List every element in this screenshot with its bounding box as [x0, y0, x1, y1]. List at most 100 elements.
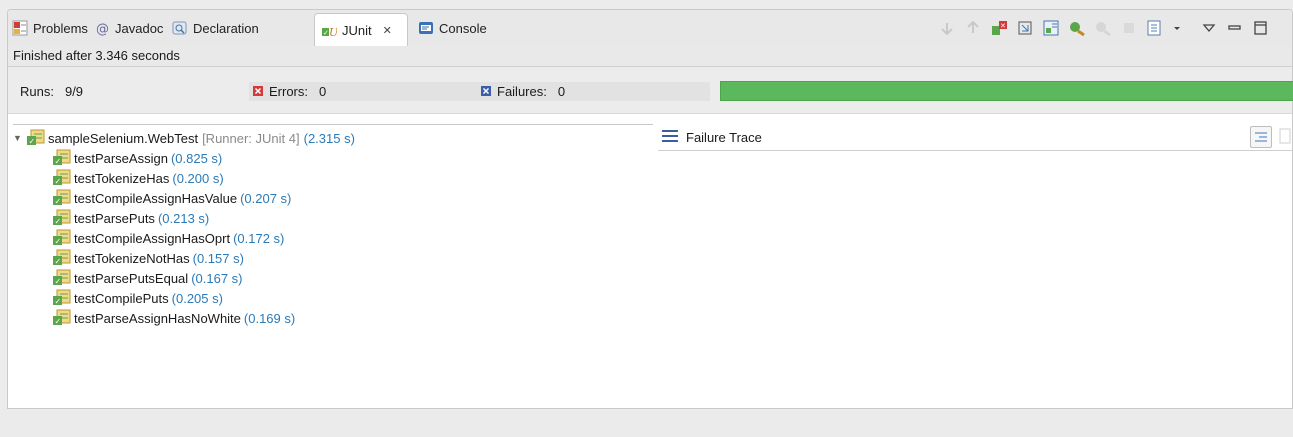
tab-problems[interactable]: Problems — [12, 17, 88, 39]
errors-counter: Errors: 0 — [249, 82, 477, 101]
test-time: (0.213 s) — [157, 210, 210, 226]
test-name: testTokenizeHas — [74, 170, 170, 186]
test-passed-icon: ✓ — [53, 209, 71, 228]
suite-time: (2.315 s) — [303, 130, 355, 146]
junit-icon: ✓U — [321, 22, 339, 39]
test-passed-icon: ✓ — [53, 229, 71, 248]
console-icon — [418, 20, 434, 36]
test-passed-icon: ✓ — [53, 169, 71, 188]
test-name: testParsePutsEqual — [74, 270, 189, 286]
test-passed-icon: ✓ — [53, 189, 71, 208]
layout-icon[interactable] — [1042, 19, 1060, 37]
test-case-row[interactable]: ✓ testParseAssign (0.825 s) — [53, 148, 222, 168]
test-name: testCompilePuts — [74, 290, 169, 306]
suite-icon: ✓ — [27, 129, 45, 148]
tab-javadoc[interactable]: @ Javadoc — [94, 17, 163, 39]
test-name: testParseAssignHasNoWhite — [74, 310, 241, 326]
failure-trace-label: Failure Trace — [686, 129, 762, 145]
test-time: (0.200 s) — [172, 170, 224, 186]
svg-text:✓: ✓ — [55, 197, 62, 205]
bottom-strip — [0, 409, 1293, 437]
javadoc-icon: @ — [94, 20, 110, 37]
tab-label: Declaration — [193, 20, 259, 36]
svg-text:✓: ✓ — [29, 137, 36, 145]
status-message: Finished after 3.346 seconds — [8, 46, 1292, 67]
svg-text:✓: ✓ — [55, 177, 62, 185]
maximize-icon[interactable] — [1252, 19, 1270, 37]
test-case-row[interactable]: ✓ testParsePuts (0.213 s) — [53, 208, 209, 228]
menu-lines-icon — [662, 129, 678, 145]
runs-counter: Runs: 9/9 — [20, 82, 248, 101]
show-failures-only-icon[interactable]: ✕ — [990, 19, 1008, 37]
test-name: testParsePuts — [74, 210, 155, 226]
test-time: (0.207 s) — [240, 190, 292, 206]
test-passed-icon: ✓ — [53, 309, 71, 328]
filter-trace-icon[interactable] — [1250, 126, 1272, 148]
stop-icon[interactable] — [1120, 19, 1138, 37]
test-passed-icon: ✓ — [53, 149, 71, 168]
test-case-row[interactable]: ✓ testCompilePuts (0.205 s) — [53, 288, 223, 308]
suite-runner: [Runner: JUnit 4] — [202, 130, 300, 146]
test-time: (0.169 s) — [243, 310, 296, 326]
junit-view: Problems @ Javadoc Declaration ✓U JUnit … — [7, 9, 1293, 409]
tab-label: Javadoc — [115, 20, 164, 36]
test-case-row[interactable]: ✓ testTokenizeNotHas (0.157 s) — [53, 248, 244, 268]
history-icon[interactable] — [1146, 19, 1164, 37]
expand-toggle-icon[interactable]: ▼ — [13, 133, 27, 143]
test-case-row[interactable]: ✓ testCompileAssignHasOprt (0.172 s) — [53, 228, 284, 248]
test-case-row[interactable]: ✓ testParsePutsEqual (0.167 s) — [53, 268, 243, 288]
close-icon[interactable]: ✕ — [383, 24, 392, 37]
test-name: testCompileAssignHasValue — [74, 190, 238, 206]
compare-result-icon[interactable] — [1278, 127, 1292, 148]
svg-text:✓: ✓ — [55, 257, 62, 265]
svg-text:✓: ✓ — [55, 317, 62, 325]
test-time: (0.157 s) — [192, 250, 244, 266]
svg-text:✓: ✓ — [55, 297, 62, 305]
svg-text:✓: ✓ — [55, 217, 62, 225]
test-time: (0.172 s) — [233, 230, 285, 246]
problems-icon — [12, 20, 28, 36]
counter-panel: Runs: 9/9 Errors: 0 Failures: 0 — [8, 67, 1293, 114]
test-case-row[interactable]: ✓ testTokenizeHas (0.200 s) — [53, 168, 224, 188]
failures-label: Failures: — [497, 84, 547, 99]
test-name: testTokenizeNotHas — [74, 250, 190, 266]
next-failure-icon[interactable] — [938, 19, 956, 37]
suite-name: sampleSelenium.WebTest — [48, 130, 199, 146]
scroll-lock-icon[interactable] — [1016, 19, 1034, 37]
test-name: testCompileAssignHasOprt — [74, 230, 231, 246]
minimize-icon[interactable] — [1226, 19, 1244, 37]
tab-junit[interactable]: ✓U JUnit ✕ — [314, 13, 408, 46]
tab-label: JUnit — [342, 22, 372, 38]
test-passed-icon: ✓ — [53, 249, 71, 268]
tab-label: Problems — [33, 20, 88, 36]
svg-text:✓: ✓ — [55, 237, 62, 245]
failure-trace-header: Failure Trace — [658, 124, 1292, 151]
test-name: testParseAssign — [74, 150, 168, 166]
test-case-row[interactable]: ✓ testCompileAssignHasValue (0.207 s) — [53, 188, 291, 208]
failures-value: 0 — [557, 84, 566, 99]
test-case-row[interactable]: ✓ testParseAssignHasNoWhite (0.169 s) — [53, 308, 295, 328]
progress-bar — [720, 81, 1293, 101]
test-time: (0.167 s) — [191, 270, 243, 286]
chevron-down-icon[interactable] — [1172, 19, 1182, 37]
errors-value: 0 — [319, 84, 327, 99]
declaration-icon — [172, 20, 188, 36]
tab-label: Console — [439, 20, 487, 36]
rerun-failed-icon[interactable] — [1094, 19, 1112, 37]
runs-value: 9/9 — [64, 84, 84, 99]
errors-label: Errors: — [269, 84, 308, 99]
tree-root-suite[interactable]: ▼ ✓ sampleSelenium.WebTest [Runner: JUni… — [13, 129, 355, 147]
view-menu-icon[interactable] — [1200, 19, 1218, 37]
runs-label: Runs: — [20, 84, 54, 99]
view-toolbar: ✕ — [938, 19, 1270, 37]
test-tree: ▼ ✓ sampleSelenium.WebTest [Runner: JUni… — [13, 124, 653, 394]
svg-text:U: U — [329, 26, 337, 38]
tab-console[interactable]: Console — [418, 17, 487, 39]
failure-icon — [481, 84, 491, 99]
test-time: (0.205 s) — [171, 290, 223, 306]
rerun-icon[interactable] — [1068, 19, 1086, 37]
tab-declaration[interactable]: Declaration — [172, 17, 259, 39]
svg-text:✕: ✕ — [1000, 22, 1006, 30]
previous-failure-icon[interactable] — [964, 19, 982, 37]
view-tab-bar: Problems @ Javadoc Declaration ✓U JUnit … — [8, 10, 1292, 47]
